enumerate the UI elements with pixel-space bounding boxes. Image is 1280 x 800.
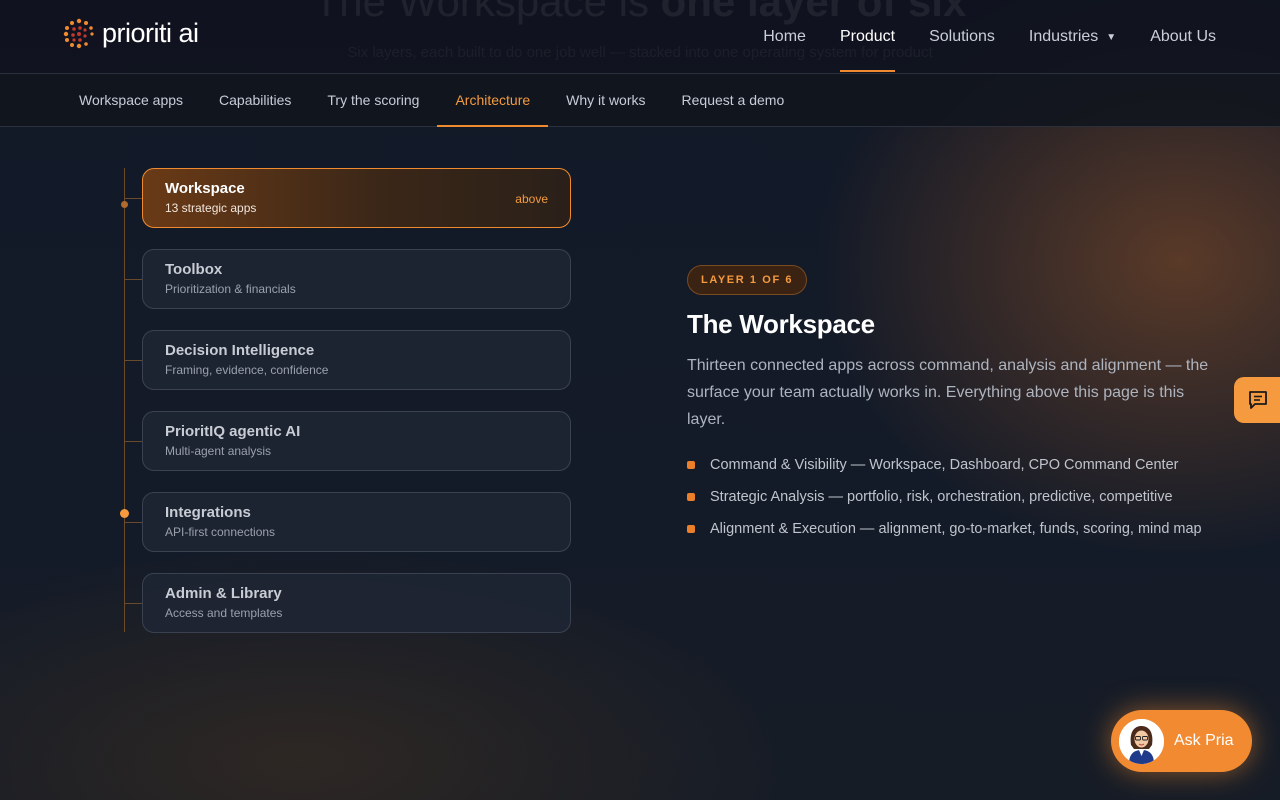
stack-dot-active (120, 509, 129, 518)
pria-avatar (1119, 718, 1164, 764)
subnav-request-a-demo[interactable]: Request a demo (664, 74, 803, 126)
subnav-why-it-works[interactable]: Why it works (548, 74, 663, 126)
caret-down-icon: ▼ (1106, 31, 1117, 43)
layer-name: Decision Intelligence (165, 342, 315, 359)
nav-product[interactable]: Product (839, 0, 896, 74)
layer-desc: Multi-agent analysis (165, 444, 272, 458)
chat-bubble-icon (1249, 391, 1267, 409)
stack-tick (124, 279, 142, 280)
assistant-avatar-icon (1119, 718, 1164, 764)
layer-tag: above (515, 192, 548, 206)
layer-desc: Prioritization & financials (165, 282, 296, 296)
nav-label: Home (763, 28, 806, 45)
brand-name: prioriti ai (102, 17, 199, 48)
nav-solutions[interactable]: Solutions (929, 0, 995, 74)
site-header: The Workspace is one layer of six Six la… (0, 0, 1280, 74)
stack-connector-line (124, 168, 125, 632)
stack-tick (124, 198, 142, 199)
logo-mark-icon (63, 18, 94, 49)
layer-desc: API-first connections (165, 525, 276, 539)
ask-pria-button[interactable]: Ask Pria (1111, 710, 1252, 772)
layer-feature-list: Command & Visibility — Workspace, Dashbo… (687, 453, 1227, 549)
chat-side-button[interactable] (1234, 377, 1280, 423)
layer-detail: LAYER 1 OF 6 The Workspace Thirteen conn… (687, 265, 1227, 549)
nav-industries[interactable]: Industries ▼ (1029, 0, 1116, 74)
layer-desc: Framing, evidence, confidence (165, 363, 329, 377)
list-item: Strategic Analysis — portfolio, risk, or… (687, 485, 1227, 517)
layer-card-admin-library[interactable]: Admin & Library Access and templates (142, 573, 571, 633)
section-subnav: Workspace apps Capabilities Try the scor… (0, 74, 1280, 127)
layer-card-workspace[interactable]: Workspace 13 strategic apps above (142, 168, 571, 228)
nav-label: Product (839, 28, 896, 45)
layer-card-toolbox[interactable]: Toolbox Prioritization & financials (142, 249, 571, 309)
stack-dot (121, 201, 128, 208)
layer-name: Integrations (165, 504, 251, 521)
layer-badge: LAYER 1 OF 6 (687, 265, 808, 295)
layer-desc: Access and templates (165, 606, 283, 620)
layer-card-decision-intelligence[interactable]: Decision Intelligence Framing, evidence,… (142, 330, 571, 390)
layer-name: Toolbox (165, 261, 223, 278)
subnav-workspace-apps[interactable]: Workspace apps (61, 74, 201, 126)
nav-label: About Us (1150, 28, 1216, 45)
layer-desc: 13 strategic apps (165, 201, 257, 215)
stack-tick (124, 603, 142, 604)
nav-label: Solutions (929, 28, 995, 45)
nav-label: Industries (1028, 28, 1099, 45)
list-item: Command & Visibility — Workspace, Dashbo… (687, 453, 1227, 485)
main-nav: Home Product Solutions Industries ▼ About… (763, 0, 1216, 74)
layer-title: The Workspace (687, 309, 875, 339)
subnav-try-the-scoring[interactable]: Try the scoring (309, 74, 437, 126)
nav-about-us[interactable]: About Us (1150, 0, 1216, 74)
nav-home[interactable]: Home (763, 0, 806, 74)
stack-tick (124, 522, 142, 523)
layer-description: Thirteen connected apps across command, … (687, 357, 1209, 428)
layer-name: PrioritIQ agentic AI (165, 423, 301, 440)
subnav-architecture[interactable]: Architecture (437, 74, 548, 127)
brand-logo[interactable]: prioriti ai (62, 16, 199, 50)
subnav-capabilities[interactable]: Capabilities (201, 74, 309, 126)
layer-stack: Workspace 13 strategic apps above Toolbo… (120, 168, 574, 634)
stack-tick (124, 360, 142, 361)
stack-tick (124, 441, 142, 442)
ask-pria-label: Ask Pria (1174, 732, 1234, 749)
layer-name: Admin & Library (165, 585, 282, 602)
layer-name: Workspace (165, 180, 245, 197)
layer-card-integrations[interactable]: Integrations API-first connections (142, 492, 571, 552)
list-item: Alignment & Execution — alignment, go-to… (687, 517, 1227, 549)
layer-card-prioritiq-agentic-ai[interactable]: PrioritIQ agentic AI Multi-agent analysi… (142, 411, 571, 471)
